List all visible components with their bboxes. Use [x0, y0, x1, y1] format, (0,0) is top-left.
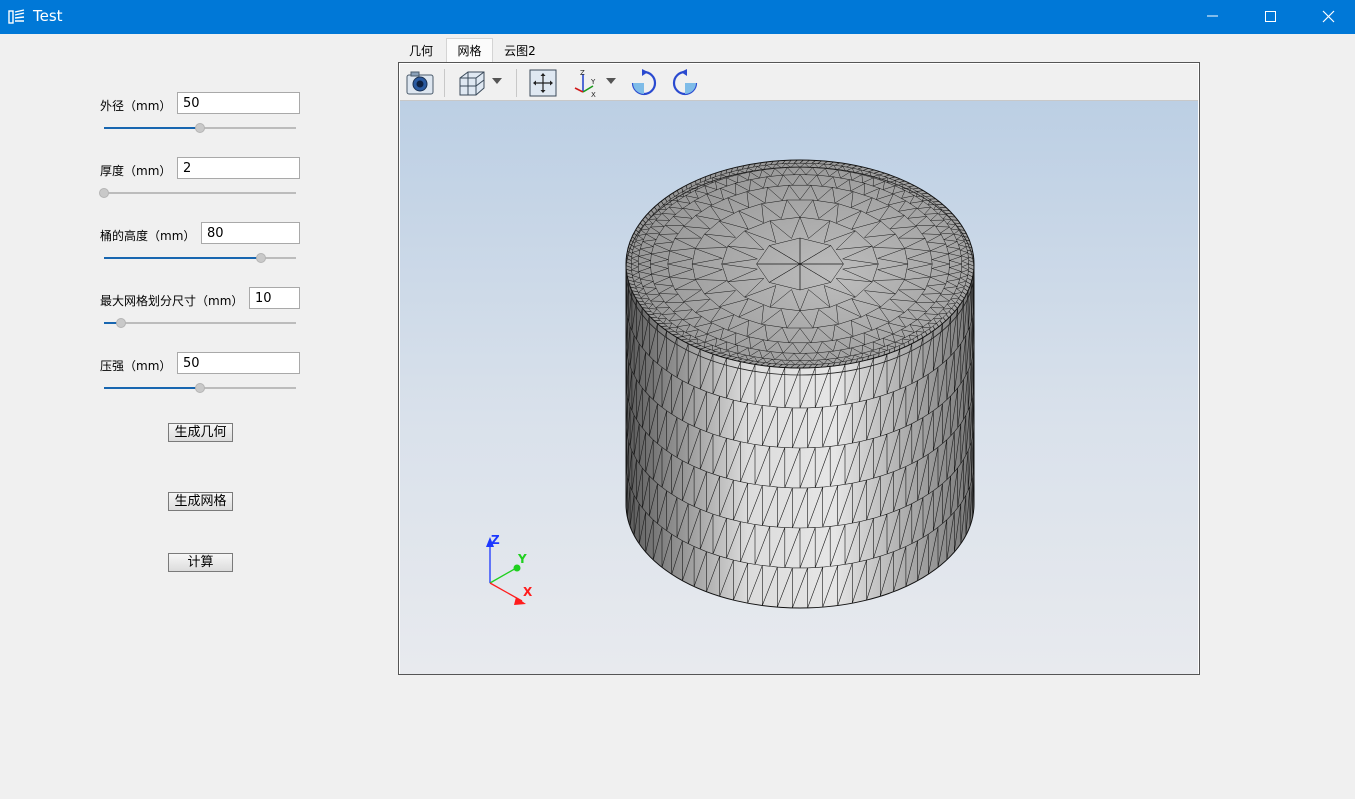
tab-mesh[interactable]: 网格	[446, 38, 493, 62]
max-mesh-size-label: 最大网格划分尺寸（mm）	[100, 294, 244, 308]
chevron-down-icon[interactable]	[491, 77, 503, 85]
toolbar-separator	[516, 69, 517, 97]
pressure-slider[interactable]	[104, 381, 296, 395]
outer-diameter-label: 外径（mm）	[100, 99, 172, 113]
rotate-ccw-icon[interactable]	[670, 68, 700, 98]
close-icon	[1322, 10, 1335, 23]
cube-view-icon[interactable]	[456, 68, 486, 98]
max-mesh-size-slider[interactable]	[104, 316, 296, 330]
fit-view-icon[interactable]	[528, 68, 558, 98]
tab-geometry[interactable]: 几何	[403, 41, 439, 62]
pressure-label: 压强（mm）	[100, 359, 172, 373]
thickness-slider[interactable]	[99, 186, 296, 200]
minimize-button[interactable]	[1184, 0, 1242, 34]
mesh-scene[interactable]: Z Y X	[400, 101, 1198, 674]
3d-viewport[interactable]: Z Y X	[400, 101, 1198, 674]
camera-icon[interactable]	[405, 68, 435, 98]
chevron-down-icon[interactable]	[605, 77, 617, 85]
window-title: Test	[33, 7, 63, 25]
outer-diameter-slider[interactable]	[104, 121, 296, 135]
axis-x-label: X	[523, 585, 533, 599]
outer-diameter-input[interactable]	[177, 92, 300, 114]
svg-text:Z: Z	[580, 69, 585, 77]
axis-z-label: Z	[491, 533, 500, 547]
bucket-height-label: 桶的高度（mm）	[100, 229, 196, 243]
generate-geometry-button[interactable]: 生成几何	[168, 423, 233, 442]
axes-icon[interactable]: Z Y X	[571, 68, 601, 98]
thickness-input[interactable]	[177, 157, 300, 179]
pressure-input[interactable]	[177, 352, 300, 374]
axis-y-label: Y	[517, 552, 527, 566]
svg-text:X: X	[591, 91, 596, 98]
generate-mesh-button[interactable]: 生成网格	[168, 492, 233, 511]
maximize-button[interactable]	[1242, 0, 1300, 34]
minimize-icon	[1207, 15, 1218, 17]
max-mesh-size-input[interactable]	[249, 287, 300, 309]
rotate-cw-icon[interactable]	[629, 68, 659, 98]
bucket-height-slider[interactable]	[104, 251, 296, 265]
axis-triad: Z Y X	[486, 533, 533, 605]
svg-text:Y: Y	[590, 78, 596, 86]
compute-button[interactable]: 计算	[168, 553, 233, 572]
thickness-label: 厚度（mm）	[100, 164, 172, 178]
tab-contour[interactable]: 云图2	[500, 41, 540, 62]
close-button[interactable]	[1300, 0, 1355, 34]
viewer-panel: Z Y X Z Y X	[398, 62, 1200, 675]
title-bar: Test	[0, 0, 1355, 34]
viewer-toolbar: Z Y X	[400, 64, 1198, 101]
maximize-icon	[1265, 11, 1276, 22]
app-icon	[8, 9, 25, 24]
bucket-height-input[interactable]	[201, 222, 300, 244]
toolbar-separator	[444, 69, 445, 97]
